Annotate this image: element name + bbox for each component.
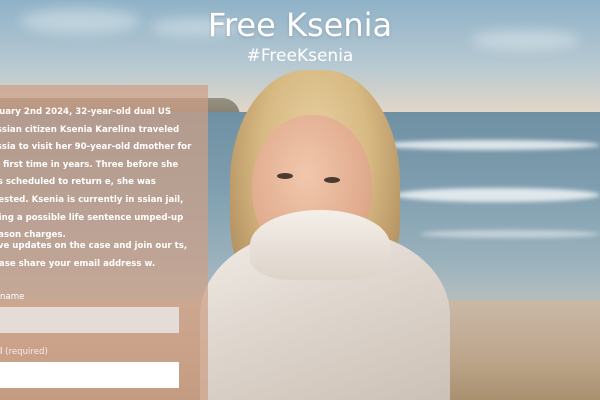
hashtag: #FreeKsenia xyxy=(246,46,354,66)
eye xyxy=(277,173,293,179)
name-label: name xyxy=(0,292,25,302)
signup-prompt: ceive updates on the case and join our t… xyxy=(0,241,188,269)
name-field[interactable] xyxy=(0,307,179,333)
email-label-text: l xyxy=(0,347,3,357)
email-field[interactable] xyxy=(0,362,179,388)
required-indicator: (required) xyxy=(5,347,48,357)
collar xyxy=(250,210,390,280)
eye xyxy=(324,177,340,183)
email-label: l (required) xyxy=(0,347,48,357)
portrait-woman xyxy=(190,60,450,400)
page-title: Free Ksenia xyxy=(207,6,393,44)
intro-paragraph: January 2nd 2024, 32-year-old dual US Ru… xyxy=(0,107,192,241)
